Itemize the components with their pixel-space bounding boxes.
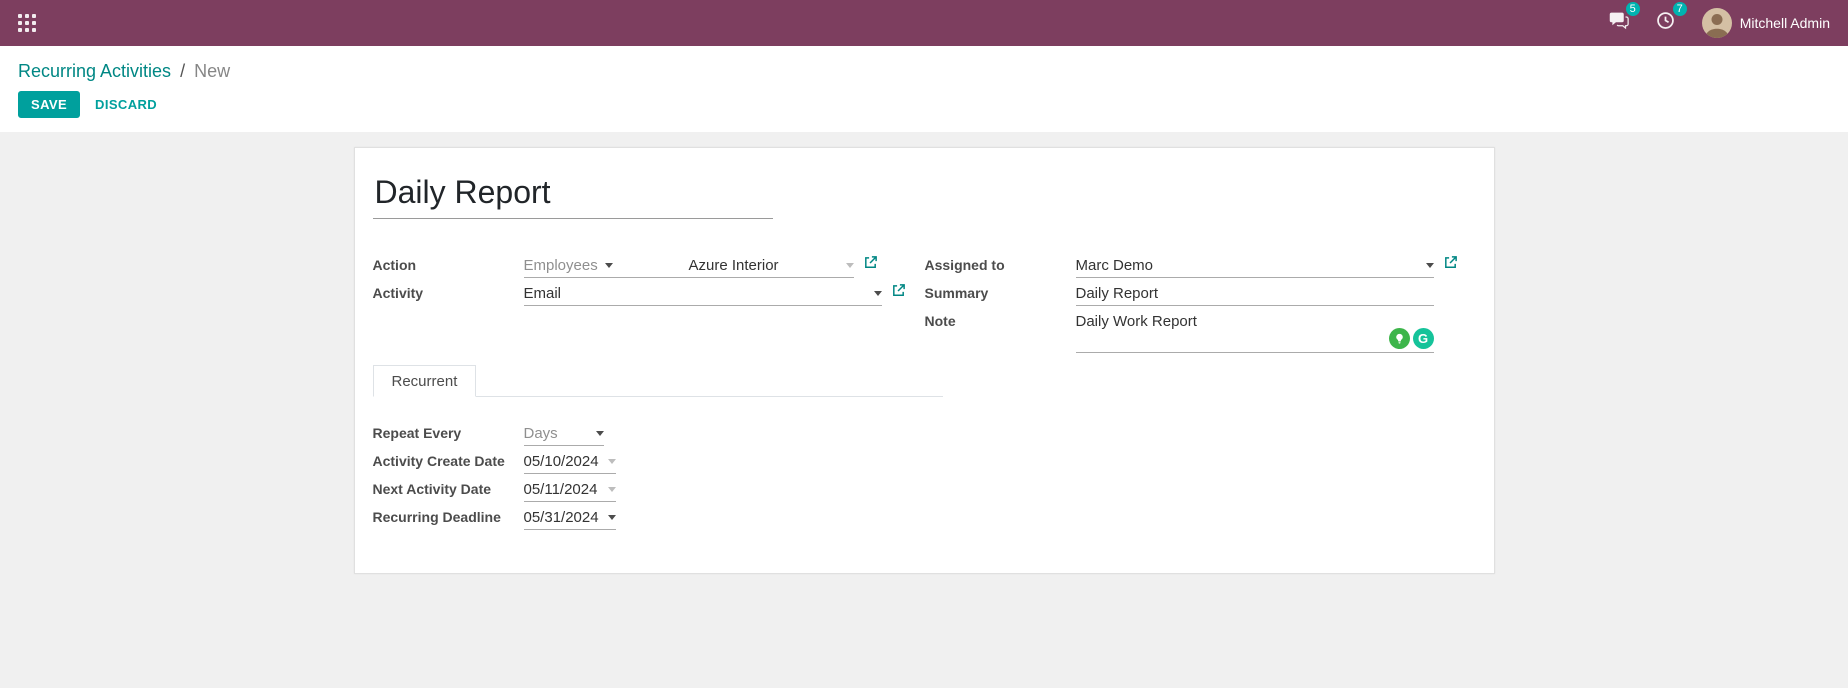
action-record-value: Azure Interior	[689, 257, 779, 274]
user-name: Mitchell Admin	[1740, 15, 1830, 31]
activity-select[interactable]: Email	[524, 283, 882, 306]
chevron-down-icon	[874, 291, 882, 296]
control-panel-buttons: SAVE DISCARD	[18, 91, 1830, 118]
recurring-deadline-value: 05/31/2024	[524, 509, 599, 526]
summary-value: Daily Report	[1076, 283, 1159, 305]
grammarly-icon[interactable]: G	[1413, 328, 1434, 349]
breadcrumb-separator: /	[180, 61, 185, 81]
chevron-down-icon	[846, 263, 854, 268]
summary-label: Summary	[925, 283, 1076, 301]
message-icon	[1608, 10, 1629, 36]
field-next-activity-date: Next Activity Date 05/11/2024	[373, 479, 1476, 507]
field-action: Action Employees Azure Interior	[373, 255, 925, 283]
assigned-to-label: Assigned to	[925, 255, 1076, 273]
summary-input[interactable]: Daily Report	[1076, 283, 1434, 306]
next-activity-date-label: Next Activity Date	[373, 479, 524, 497]
user-menu[interactable]: Mitchell Admin	[1702, 8, 1830, 38]
chevron-down-icon	[608, 515, 616, 520]
record-title-input[interactable]: Daily Report	[373, 174, 773, 219]
left-column: Action Employees Azure Interior	[373, 255, 925, 353]
chevron-down-icon	[608, 487, 616, 492]
breadcrumb-parent-link[interactable]: Recurring Activities	[18, 61, 171, 81]
activity-external-link-icon[interactable]	[891, 283, 906, 298]
notebook-tabs: Recurrent	[373, 365, 943, 397]
field-recurring-deadline: Recurring Deadline 05/31/2024	[373, 507, 1476, 535]
note-label: Note	[925, 311, 1076, 329]
form-view-background: Daily Report Action Employees Azure Inte…	[0, 132, 1848, 688]
suggestion-bulb-icon[interactable]	[1389, 328, 1410, 349]
save-button[interactable]: SAVE	[18, 91, 80, 118]
recurring-deadline-input[interactable]: 05/31/2024	[524, 507, 616, 530]
recurring-deadline-label: Recurring Deadline	[373, 507, 524, 525]
activity-create-date-label: Activity Create Date	[373, 451, 524, 469]
form-sheet: Daily Report Action Employees Azure Inte…	[354, 147, 1495, 574]
action-model-select[interactable]: Employees	[524, 255, 689, 277]
control-panel: Recurring Activities / New SAVE DISCARD	[0, 46, 1848, 132]
right-column: Assigned to Marc Demo Summary Daily Re	[925, 255, 1476, 353]
activity-create-date-input[interactable]: 05/10/2024	[524, 451, 616, 474]
action-record-select[interactable]: Azure Interior	[689, 255, 854, 277]
tab-recurrent[interactable]: Recurrent	[373, 365, 477, 397]
field-activity-create-date: Activity Create Date 05/10/2024	[373, 451, 1476, 479]
next-activity-date-value: 05/11/2024	[524, 481, 598, 498]
next-activity-date-input[interactable]: 05/11/2024	[524, 479, 616, 502]
action-control: Employees Azure Interior	[524, 255, 854, 278]
apps-menu-icon[interactable]	[18, 14, 36, 32]
note-value: Daily Work Report	[1076, 311, 1434, 333]
repeat-every-value: Days	[524, 425, 558, 442]
messages-badge: 5	[1626, 2, 1640, 16]
action-external-link-icon[interactable]	[863, 255, 878, 270]
avatar	[1702, 8, 1732, 38]
messages-button[interactable]: 5	[1608, 10, 1629, 36]
note-input[interactable]: Daily Work Report G	[1076, 311, 1434, 353]
action-model-value: Employees	[524, 257, 598, 274]
field-activity: Activity Email	[373, 283, 925, 311]
topbar-right: 5 7 Mitchell Admin	[1608, 8, 1830, 38]
activity-create-date-value: 05/10/2024	[524, 453, 599, 470]
chevron-down-icon	[596, 431, 604, 436]
note-assistant-icons: G	[1389, 328, 1434, 349]
breadcrumb: Recurring Activities / New	[18, 60, 1830, 82]
chevron-down-icon	[605, 263, 613, 268]
field-summary: Summary Daily Report	[925, 283, 1476, 311]
field-assigned-to: Assigned to Marc Demo	[925, 255, 1476, 283]
clock-icon	[1655, 10, 1676, 36]
assigned-to-select[interactable]: Marc Demo	[1076, 255, 1434, 278]
chevron-down-icon	[608, 459, 616, 464]
field-note: Note Daily Work Report G	[925, 311, 1476, 353]
assigned-to-value: Marc Demo	[1076, 257, 1154, 274]
topbar: 5 7 Mitchell Admin	[0, 0, 1848, 46]
activities-button[interactable]: 7	[1655, 10, 1676, 36]
repeat-every-select[interactable]: Days	[524, 423, 604, 446]
discard-button[interactable]: DISCARD	[84, 91, 168, 118]
field-grid: Action Employees Azure Interior	[373, 255, 1476, 353]
action-label: Action	[373, 255, 524, 273]
activity-label: Activity	[373, 283, 524, 301]
activity-value: Email	[524, 285, 562, 302]
chevron-down-icon	[1426, 263, 1434, 268]
field-repeat-every: Repeat Every Days	[373, 423, 1476, 451]
breadcrumb-current: New	[194, 61, 230, 81]
assigned-to-external-link-icon[interactable]	[1443, 255, 1458, 270]
activities-badge: 7	[1673, 2, 1687, 16]
recurrent-tab-page: Repeat Every Days Activity Create Date 0…	[373, 423, 1476, 535]
repeat-every-label: Repeat Every	[373, 423, 524, 441]
